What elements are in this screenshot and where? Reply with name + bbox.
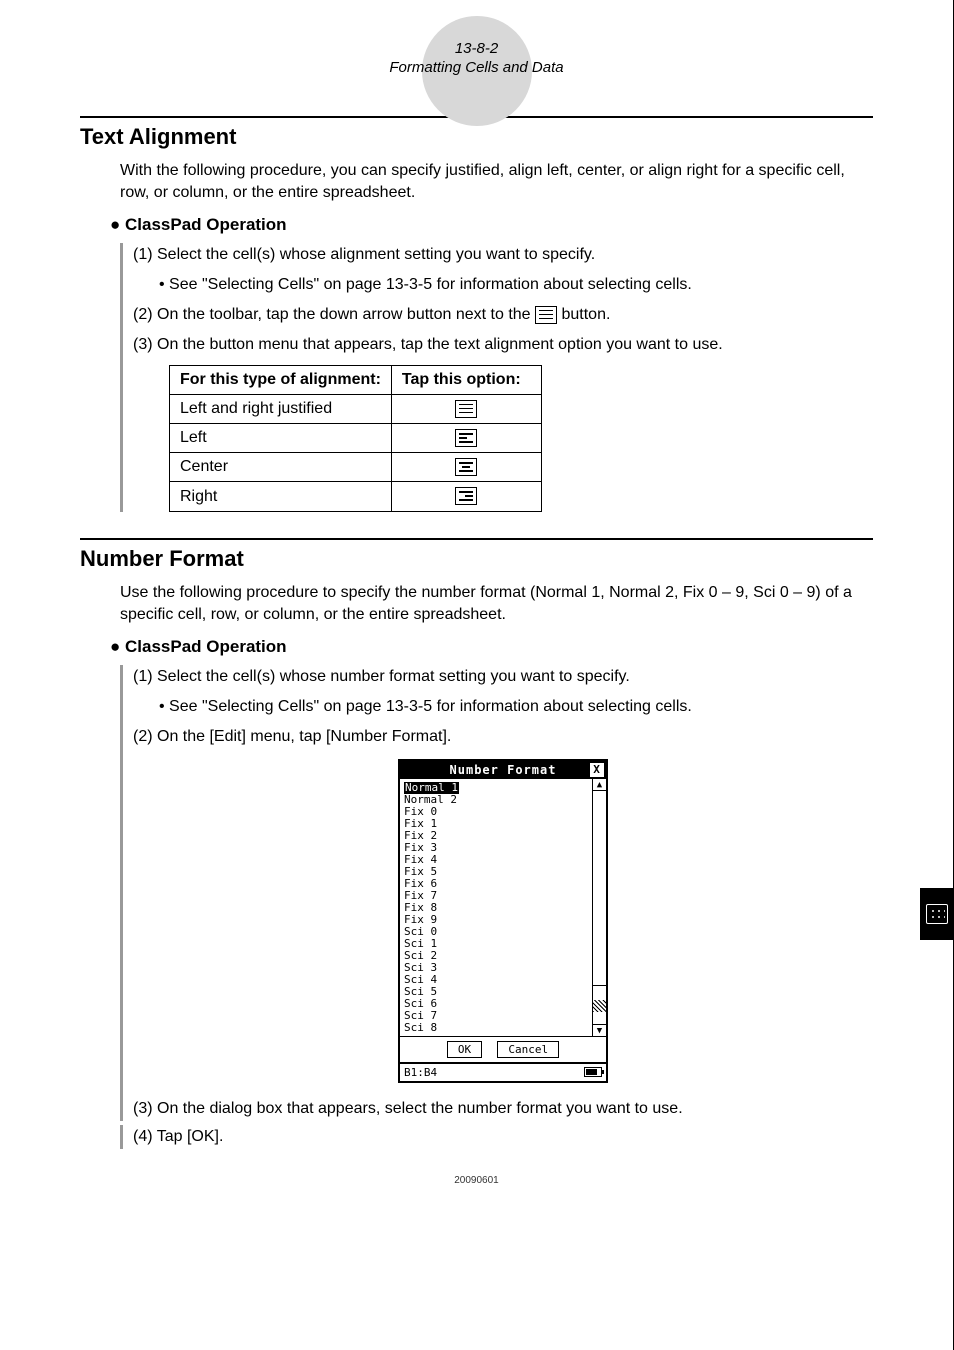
s1-step2: (2) On the toolbar, tap the down arrow b… — [133, 303, 873, 327]
s1-step3: (3) On the button menu that appears, tap… — [133, 333, 873, 357]
list-item[interactable]: Fix 1 — [404, 818, 588, 830]
scroll-up-icon[interactable]: ▲ — [593, 779, 606, 791]
number-format-dialog: Number Format X Normal 1Normal 2Fix 0Fix… — [398, 759, 608, 1083]
row-center-label: Center — [170, 453, 392, 482]
number-format-intro: Use the following procedure to specify t… — [120, 582, 873, 627]
page-number: 13-8-2 — [80, 40, 873, 57]
list-item[interactable]: Fix 0 — [404, 806, 588, 818]
page-header: 13-8-2 Formatting Cells and Data — [80, 40, 873, 76]
close-icon[interactable]: X — [590, 763, 604, 777]
footer-date: 20090601 — [80, 1175, 873, 1186]
list-item[interactable]: Sci 6 — [404, 998, 588, 1010]
page-subtitle: Formatting Cells and Data — [80, 59, 873, 76]
align-button-icon — [535, 306, 557, 324]
list-item[interactable]: Sci 3 — [404, 962, 588, 974]
row-right-label: Right — [170, 482, 392, 511]
status-cell-range: B1:B4 — [404, 1066, 437, 1079]
battery-icon — [584, 1067, 602, 1077]
alignment-table: For this type of alignment: Tap this opt… — [169, 365, 542, 512]
list-item[interactable]: Fix 3 — [404, 842, 588, 854]
classpad-operation-heading-2: ClassPad Operation — [110, 637, 873, 657]
s2-step2: (2) On the [Edit] menu, tap [Number Form… — [133, 725, 873, 749]
list-item[interactable]: Fix 6 — [404, 878, 588, 890]
list-item[interactable]: Fix 4 — [404, 854, 588, 866]
s1-step2-text-b: button. — [561, 306, 610, 323]
s1-step1: (1) Select the cell(s) whose alignment s… — [133, 243, 873, 267]
s2-step1: (1) Select the cell(s) whose number form… — [133, 665, 873, 689]
list-item[interactable]: Fix 5 — [404, 866, 588, 878]
list-item[interactable]: Sci 4 — [404, 974, 588, 986]
list-item[interactable]: Sci 7 — [404, 1010, 588, 1022]
s2-step1-sub: See "Selecting Cells" on page 13-3-5 for… — [159, 695, 873, 719]
classpad-operation-heading-1: ClassPad Operation — [110, 215, 873, 235]
row-justified-label: Left and right justified — [170, 394, 392, 423]
text-alignment-intro: With the following procedure, you can sp… — [120, 160, 873, 205]
list-item[interactable]: Fix 2 — [404, 830, 588, 842]
list-item[interactable]: Fix 9 — [404, 914, 588, 926]
row-left-label: Left — [170, 424, 392, 453]
scroll-down-icon[interactable]: ▼ — [593, 1024, 606, 1036]
list-item[interactable]: Sci 2 — [404, 950, 588, 962]
list-item[interactable]: Fix 7 — [404, 890, 588, 902]
text-alignment-heading: Text Alignment — [80, 124, 873, 150]
table-header-type: For this type of alignment: — [170, 365, 392, 394]
list-item[interactable]: Sci 0 — [404, 926, 588, 938]
number-format-heading: Number Format — [80, 546, 873, 572]
list-item[interactable]: Normal 2 — [404, 794, 588, 806]
format-list[interactable]: Normal 1Normal 2Fix 0Fix 1Fix 2Fix 3Fix … — [400, 779, 592, 1036]
table-header-option: Tap this option: — [391, 365, 541, 394]
list-item[interactable]: Fix 8 — [404, 902, 588, 914]
align-left-icon — [455, 429, 477, 447]
ok-button[interactable]: OK — [447, 1041, 482, 1058]
s2-step4: (4) Tap [OK]. — [133, 1125, 873, 1149]
justify-icon — [455, 400, 477, 418]
s1-step2-text-a: (2) On the toolbar, tap the down arrow b… — [133, 306, 535, 323]
side-thumb-tab — [920, 888, 954, 940]
list-item[interactable]: Normal 1 — [404, 782, 459, 794]
list-item[interactable]: Sci 5 — [404, 986, 588, 998]
s2-step3: (3) On the dialog box that appears, sele… — [133, 1097, 873, 1121]
dialog-title: Number Format X — [400, 761, 606, 779]
align-center-icon — [455, 458, 477, 476]
scrollbar[interactable]: ▲ ▼ — [592, 779, 606, 1036]
cancel-button[interactable]: Cancel — [497, 1041, 559, 1058]
align-right-icon — [455, 487, 477, 505]
list-item[interactable]: Sci 1 — [404, 938, 588, 950]
s1-step1-sub: See "Selecting Cells" on page 13-3-5 for… — [159, 273, 873, 297]
list-item[interactable]: Sci 8 — [404, 1022, 588, 1034]
